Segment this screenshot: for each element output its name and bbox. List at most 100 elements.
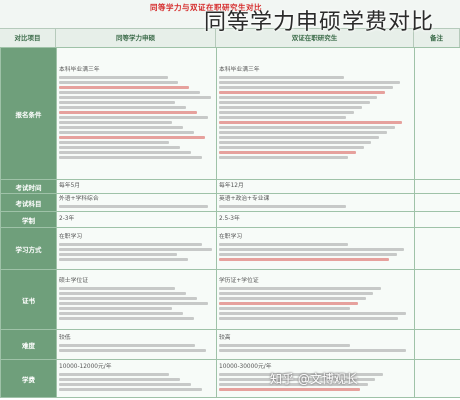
blurred-text-line [59, 286, 176, 290]
blurred-text-line [59, 90, 201, 94]
header-cell-col-a: 同等学力申硕 [56, 29, 216, 47]
watermark: 知乎 @文博观长 [270, 372, 358, 386]
table-row: 证书 硕士学位证 学历证+学位证 [0, 269, 460, 330]
cell-text: 2-3年 [59, 216, 75, 222]
blurred-text-line [219, 100, 370, 104]
blurred-text-line [59, 258, 188, 261]
table-row: 考试科目 外语+学科综合 英语+政治+专业课 [0, 193, 460, 212]
cell-note [414, 179, 460, 194]
cell-col-b: 本科毕业满三年 [216, 47, 415, 180]
blurred-text-line [219, 388, 360, 391]
blurred-text-line [59, 349, 207, 352]
cell-text: 在职学习 [219, 234, 243, 240]
blurred-text-line [219, 85, 393, 89]
blurred-text-line [219, 115, 347, 119]
cell-note [414, 359, 460, 398]
table-row: 难度 较低 较高 [0, 329, 460, 360]
cell-text: 每年5月 [59, 183, 81, 189]
cell-text: 每年12月 [219, 183, 244, 189]
cell-note [414, 47, 460, 180]
blurred-text-line [219, 286, 382, 290]
blurred-text-line [59, 155, 202, 159]
cell-col-a: 外语+学科综合 [56, 193, 217, 212]
cell-col-b: 在职学习 [216, 227, 415, 270]
table-row: 学制 2-3年 2.5-3年 [0, 211, 460, 228]
cell-col-a: 在职学习 [56, 227, 217, 270]
cell-col-b: 英语+政治+专业课 [216, 193, 415, 212]
cell-note [414, 269, 460, 330]
blurred-text-line [219, 150, 357, 154]
comparison-table: 报名条件 本科毕业满三年 本科毕业满三年 考试时间 每年5月 每年12月 考试科目 外语+学科… [0, 47, 460, 398]
blurred-text-line [219, 316, 399, 320]
header-cell-item: 对比项目 [0, 29, 56, 47]
cell-text: 本科毕业满三年 [59, 66, 100, 73]
cell-col-b: 较高 [216, 329, 415, 360]
blurred-text-line [219, 120, 403, 124]
cell-text: 本科毕业满三年 [219, 66, 260, 73]
row-label: 考试时间 [0, 179, 57, 194]
blurred-text-line [59, 378, 180, 381]
blurred-text-line [59, 291, 187, 295]
cell-text: 外语+学科综合 [59, 195, 99, 202]
row-label: 报名条件 [0, 47, 57, 180]
cell-col-b: 每年12月 [216, 179, 415, 194]
blurred-text-line [59, 301, 208, 305]
blurred-text-line [59, 373, 170, 376]
blurred-text-line [59, 95, 211, 99]
table-row: 报名条件 本科毕业满三年 本科毕业满三年 [0, 47, 460, 180]
cell-note [414, 329, 460, 360]
cell-text: 英语+政治+专业课 [219, 195, 270, 202]
document-sheet: 同等学力与双证在职研究生对比 对比项目 同等学力申硕 双证在职研究生 备注 报名… [0, 0, 460, 400]
cell-col-a: 较低 [56, 329, 217, 360]
blurred-text-line [219, 291, 374, 295]
cell-col-a: 每年5月 [56, 179, 217, 194]
blurred-text-line [59, 204, 208, 208]
blurred-text-line [219, 296, 366, 300]
cell-col-a: 本科毕业满三年 [56, 47, 217, 180]
blurred-text-line [219, 349, 407, 352]
blurred-text-line [219, 105, 362, 109]
blurred-text-line [59, 105, 187, 109]
blurred-text-line [59, 115, 208, 119]
cell-col-a: 硕士学位证 [56, 269, 217, 330]
blurred-text-line [59, 125, 183, 129]
blurred-text-line [219, 248, 405, 251]
blurred-text-line [219, 204, 347, 208]
blurred-text-line [59, 388, 202, 391]
blurred-text-line [219, 155, 349, 159]
blurred-text-line [219, 95, 378, 99]
table-row: 学费 10000-12000元/年 10000-30000元/年 [0, 359, 460, 398]
blurred-text-line [219, 145, 364, 149]
blurred-text-line [59, 311, 183, 315]
blurred-text-line [219, 90, 385, 94]
blurred-text-line [59, 150, 191, 154]
blurred-text-line [59, 85, 190, 89]
cell-text: 在职学习 [59, 234, 83, 240]
cell-col-a: 2-3年 [56, 211, 217, 228]
blurred-text-line [59, 383, 191, 386]
blurred-text-line [219, 125, 395, 129]
table-row: 学习方式 在职学习 在职学习 [0, 227, 460, 270]
blurred-text-line [219, 253, 397, 256]
blurred-text-line [219, 135, 380, 139]
blurred-text-line [59, 100, 176, 104]
row-label: 学习方式 [0, 227, 57, 270]
blurred-text-line [59, 344, 196, 347]
blurred-text-line [59, 253, 177, 256]
blurred-text-line [59, 80, 179, 84]
blurred-text-line [59, 110, 197, 114]
cell-note [414, 211, 460, 228]
blurred-text-line [219, 140, 372, 144]
cell-text: 较低 [59, 335, 71, 341]
blurred-text-line [59, 140, 170, 144]
blurred-text-line [219, 306, 351, 310]
cell-col-b: 学历证+学位证 [216, 269, 415, 330]
blurred-text-line [219, 80, 401, 84]
blurred-text-line [219, 243, 349, 246]
cell-col-b: 2.5-3年 [216, 211, 415, 228]
blurred-text-line [59, 120, 173, 124]
blurred-text-line [219, 75, 345, 79]
blurred-text-line [219, 301, 358, 305]
blurred-text-line [59, 243, 202, 246]
blurred-text-line [59, 130, 194, 134]
